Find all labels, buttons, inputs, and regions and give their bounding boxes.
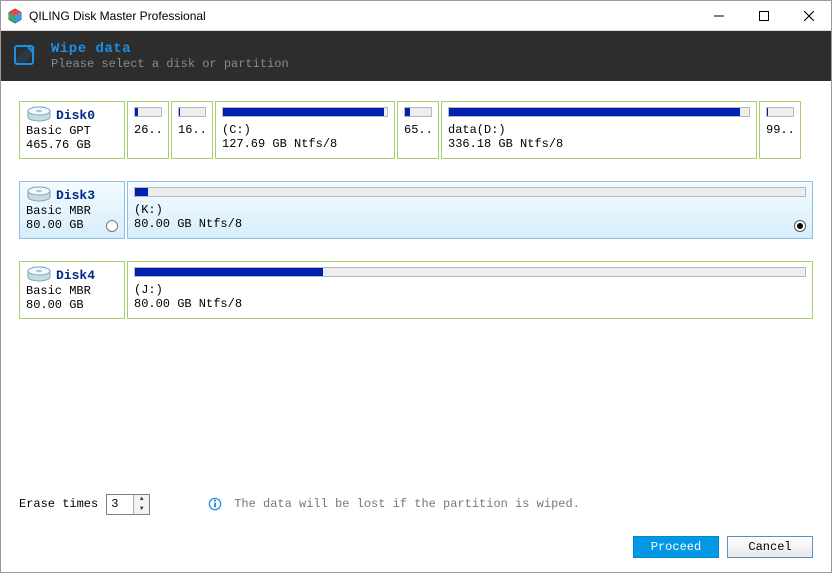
usage-bar <box>222 107 388 117</box>
page-title: Wipe data <box>51 41 289 57</box>
erase-times-up[interactable]: ▲ <box>134 495 149 505</box>
partition-block[interactable]: (K:) 80.00 GB Ntfs/8 <box>127 181 813 239</box>
partition-block[interactable]: 65... <box>397 101 439 159</box>
disk-type: Basic MBR <box>26 284 118 298</box>
erase-times-input[interactable] <box>107 495 133 514</box>
disk-block[interactable]: Disk3 Basic MBR 80.00 GB <box>19 181 125 239</box>
page-header: Wipe data Please select a disk or partit… <box>1 31 831 81</box>
partition-block[interactable]: 16... <box>171 101 213 159</box>
erase-times-down[interactable]: ▼ <box>134 504 149 514</box>
page-subtitle: Please select a disk or partition <box>51 57 289 71</box>
usage-bar <box>766 107 794 117</box>
partition-radio[interactable] <box>794 220 806 232</box>
partition-label: (J:) <box>134 283 806 297</box>
partition-label: (C:) <box>222 123 388 137</box>
partition-detail: 80.00 GB Ntfs/8 <box>134 217 806 231</box>
usage-bar <box>134 267 806 277</box>
app-logo-icon <box>7 8 23 24</box>
app-window: QILING Disk Master Professional Wipe dat… <box>0 0 832 573</box>
disk-name: Disk0 <box>56 108 95 123</box>
cancel-button[interactable]: Cancel <box>727 536 813 558</box>
usage-bar <box>404 107 432 117</box>
usage-bar <box>134 107 162 117</box>
disk-row: Disk4 Basic MBR 80.00 GB (J:) 80.00 GB N… <box>19 261 813 319</box>
disk-block[interactable]: Disk4 Basic MBR 80.00 GB <box>19 261 125 319</box>
usage-bar <box>448 107 750 117</box>
disk-type: Basic MBR <box>26 204 118 218</box>
disk-size: 80.00 GB <box>26 298 118 312</box>
disk-size: 465.76 GB <box>26 138 118 152</box>
wipe-icon <box>13 44 37 68</box>
partition-label: (K:) <box>134 203 806 217</box>
disk-type: Basic GPT <box>26 124 118 138</box>
minimize-button[interactable] <box>696 1 741 31</box>
disk-block[interactable]: Disk0 Basic GPT 465.76 GB <box>19 101 125 159</box>
partition-block[interactable]: (C:) 127.69 GB Ntfs/8 <box>215 101 395 159</box>
wipe-warning-text: The data will be lost if the partition i… <box>234 497 580 511</box>
partition-block[interactable]: 99... <box>759 101 801 159</box>
partition-label: data(D:) <box>448 123 750 137</box>
disk-radio[interactable] <box>106 220 118 232</box>
window-controls <box>696 1 831 31</box>
disk-row: Disk0 Basic GPT 465.76 GB 26... 16... (C… <box>19 101 813 159</box>
partition-detail: 26... <box>134 123 162 137</box>
disk-row: Disk3 Basic MBR 80.00 GB (K:) 80.00 GB N… <box>19 181 813 239</box>
disk-size: 80.00 GB <box>26 218 118 232</box>
footer: Erase times ▲ ▼ The data will be lost if… <box>1 488 831 572</box>
partition-detail: 80.00 GB Ntfs/8 <box>134 297 806 311</box>
disk-name: Disk4 <box>56 268 95 283</box>
info-icon <box>208 497 222 511</box>
partition-detail: 16... <box>178 123 206 137</box>
partition-detail: 336.18 GB Ntfs/8 <box>448 137 750 151</box>
erase-times-label: Erase times <box>19 497 98 511</box>
partition-detail: 99... <box>766 123 794 137</box>
usage-bar <box>134 187 806 197</box>
close-button[interactable] <box>786 1 831 31</box>
partition-block[interactable]: (J:) 80.00 GB Ntfs/8 <box>127 261 813 319</box>
partition-block[interactable]: 26... <box>127 101 169 159</box>
proceed-button[interactable]: Proceed <box>633 536 719 558</box>
partition-detail: 127.69 GB Ntfs/8 <box>222 137 388 151</box>
partition-detail: 65... <box>404 123 432 137</box>
disk-list: Disk0 Basic GPT 465.76 GB 26... 16... (C… <box>1 81 831 488</box>
maximize-button[interactable] <box>741 1 786 31</box>
window-title: QILING Disk Master Professional <box>29 9 206 23</box>
partition-block[interactable]: data(D:) 336.18 GB Ntfs/8 <box>441 101 757 159</box>
disk-name: Disk3 <box>56 188 95 203</box>
title-bar: QILING Disk Master Professional <box>1 1 831 31</box>
erase-times-stepper[interactable]: ▲ ▼ <box>106 494 150 515</box>
usage-bar <box>178 107 206 117</box>
